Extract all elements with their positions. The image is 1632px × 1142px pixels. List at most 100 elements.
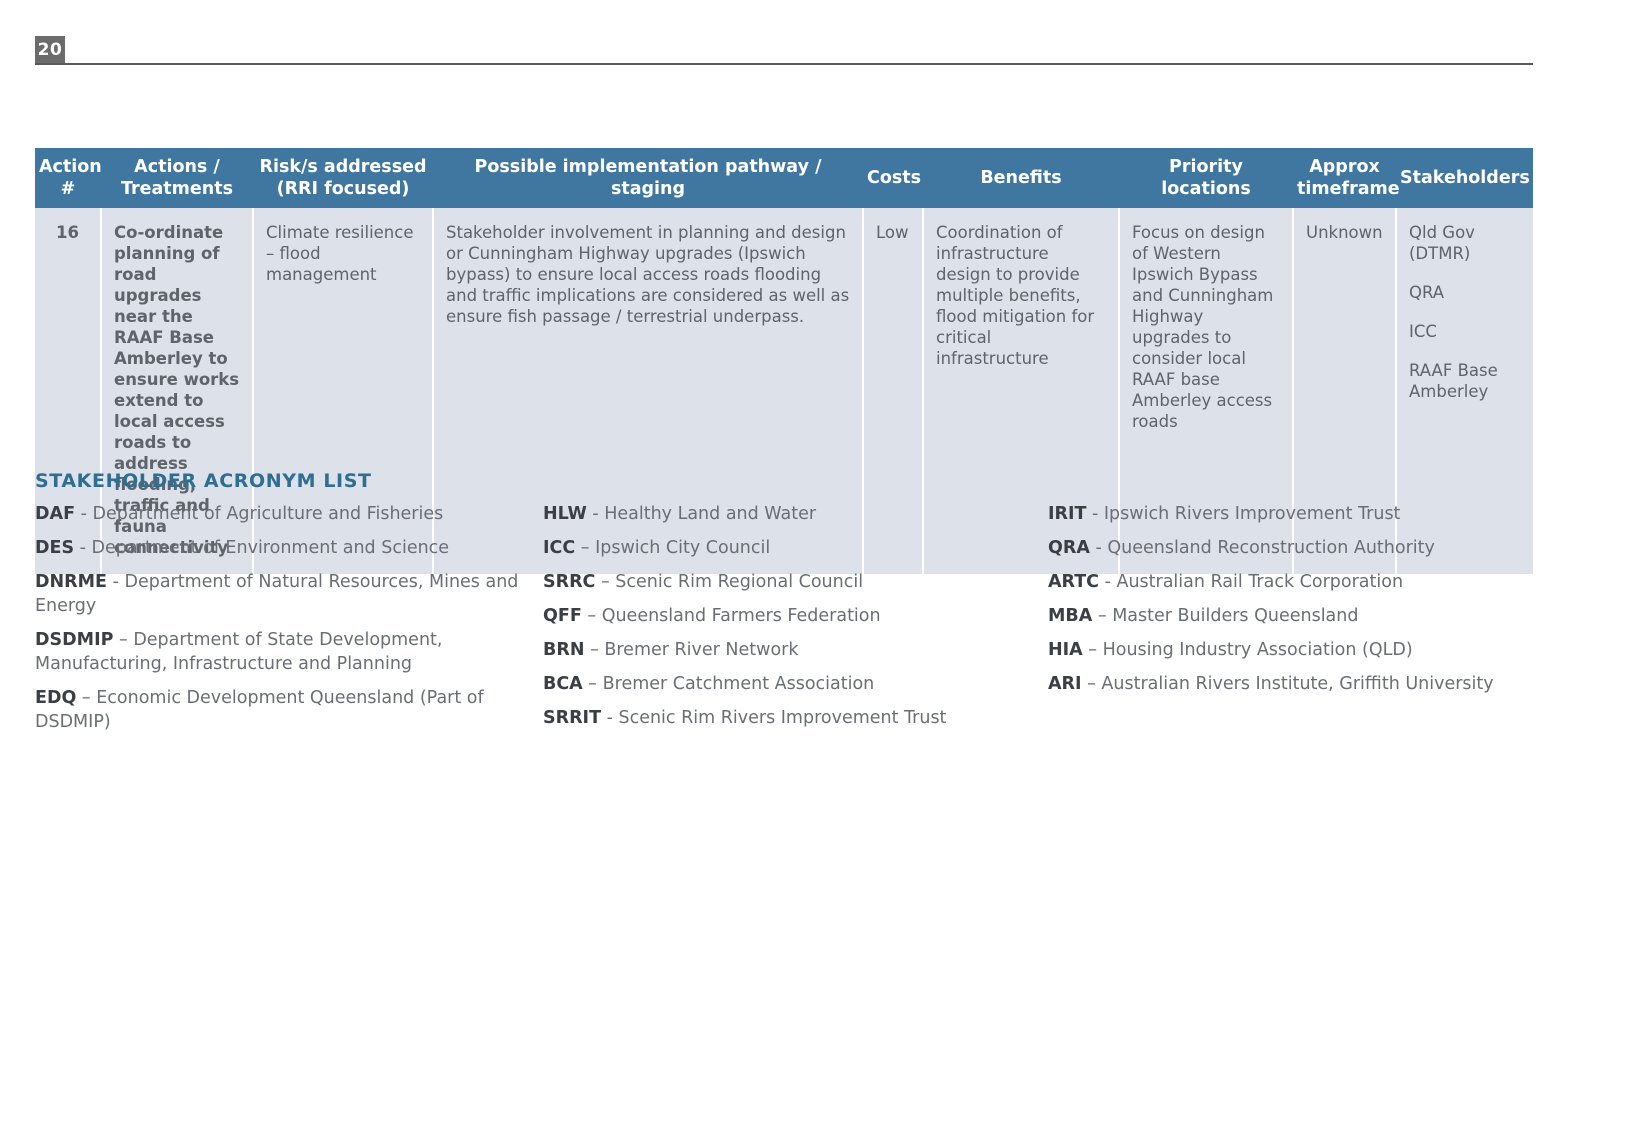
acronym-definition: Queensland Reconstruction Authority [1107, 538, 1435, 558]
header-line-1: Risk/s addressed [259, 157, 427, 177]
acronym-code: MBA [1048, 606, 1093, 626]
acronym-code: SRRC [543, 572, 596, 592]
acronym-code: DAF [35, 504, 76, 524]
acronym-code: ARTC [1048, 572, 1100, 592]
header-line-1: Action [39, 157, 102, 177]
acronym-item: QRA - Queensland Reconstruction Authorit… [1048, 536, 1533, 560]
column-header-risks-addressed: Risk/s addressed (RRI focused) [253, 148, 433, 208]
acronym-dash: – [582, 674, 603, 694]
column-header-actions-treatments: Actions / Treatments [101, 148, 253, 208]
header-line-2: Treatments [120, 179, 234, 199]
acronym-definition: Ipswich City Council [595, 538, 771, 558]
header-line-2: (RRI focused) [276, 179, 410, 199]
acronym-code: DSDMIP [35, 630, 114, 650]
acronym-dash: – [76, 688, 97, 708]
acronym-dash: – [113, 630, 134, 650]
acronym-definition: Bremer River Network [604, 640, 799, 660]
acronym-item: IRIT - Ipswich Rivers Improvement Trust [1048, 502, 1533, 526]
acronym-definition: Ipswich Rivers Improvement Trust [1103, 504, 1401, 524]
header-line-2: timeframe [1297, 179, 1400, 199]
stakeholder-item: ICC [1409, 322, 1437, 341]
acronym-dash: – [595, 572, 616, 592]
acronym-code: HLW [543, 504, 587, 524]
stakeholder-item: QRA [1409, 283, 1445, 302]
acronym-item: ARI – Australian Rivers Institute, Griff… [1048, 672, 1533, 696]
acronym-code: QFF [543, 606, 582, 626]
acronym-definition: Department of Environment and Science [91, 538, 450, 558]
table-header-row: Action # Actions / Treatments Risk/s add… [35, 148, 1533, 208]
acronym-code: QRA [1048, 538, 1090, 558]
acronym-list-title: STAKEHOLDER ACRONYM LIST [35, 470, 372, 492]
acronym-code: DES [35, 538, 75, 558]
stakeholder-item: RAAF Base Amberley [1409, 361, 1498, 401]
acronym-dash: - [74, 538, 92, 558]
acronym-item: ICC – Ipswich City Council [543, 536, 1048, 560]
page-number: 20 [35, 36, 65, 64]
acronym-item: DAF - Department of Agriculture and Fish… [35, 502, 543, 526]
acronym-code: EDQ [35, 688, 77, 708]
acronym-column-2: HLW - Healthy Land and Water ICC – Ipswi… [543, 502, 1048, 740]
acronym-item: HLW - Healthy Land and Water [543, 502, 1048, 526]
acronym-definition: Bremer Catchment Association [602, 674, 875, 694]
acronym-item: BCA – Bremer Catchment Association [543, 672, 1048, 696]
acronym-item: DSDMIP – Department of State Development… [35, 628, 543, 676]
acronym-dash: – [1092, 606, 1113, 626]
acronym-definition: Australian Rail Track Corporation [1116, 572, 1404, 592]
acronym-definition: Australian Rivers Institute, Griffith Un… [1101, 674, 1494, 694]
acronym-dash: – [575, 538, 596, 558]
acronym-column-3: IRIT - Ipswich Rivers Improvement Trust … [1048, 502, 1533, 706]
acronym-definition: Housing Industry Association (QLD) [1102, 640, 1413, 660]
header-line-1: Possible implementation pathway / [474, 157, 822, 177]
header-line-1: Actions / [134, 157, 220, 177]
acronym-item: HIA – Housing Industry Association (QLD) [1048, 638, 1533, 662]
column-header-benefits: Benefits [923, 148, 1119, 208]
acronym-item: SRRC – Scenic Rim Regional Council [543, 570, 1048, 594]
acronym-item: BRN – Bremer River Network [543, 638, 1048, 662]
acronym-dash: - [1086, 504, 1104, 524]
column-header-costs: Costs [863, 148, 923, 208]
column-header-approx-timeframe: Approx timeframe [1293, 148, 1400, 208]
acronym-item: DES - Department of Environment and Scie… [35, 536, 543, 560]
column-header-priority-locations: Priority locations [1119, 148, 1293, 208]
acronym-definition: Healthy Land and Water [604, 504, 817, 524]
acronym-definition: Scenic Rim Regional Council [615, 572, 864, 592]
acronym-definition: Department of Agriculture and Fisheries [92, 504, 444, 524]
column-header-action-number: Action # [35, 148, 102, 208]
acronym-item: EDQ – Economic Development Queensland (P… [35, 686, 543, 734]
acronym-item: DNRME - Department of Natural Resources,… [35, 570, 543, 618]
acronym-definition: Scenic Rim Rivers Improvement Trust [618, 708, 947, 728]
acronym-definition: Master Builders Queensland [1112, 606, 1359, 626]
acronym-code: ICC [543, 538, 576, 558]
stakeholder-item: Qld Gov (DTMR) [1409, 223, 1475, 263]
acronym-code: DNRME [35, 572, 108, 592]
acronym-item: MBA – Master Builders Queensland [1048, 604, 1533, 628]
acronym-dash: - [586, 504, 605, 524]
acronym-dash: - [107, 572, 125, 592]
header-divider [35, 63, 1533, 65]
header-line-2: # [60, 179, 76, 199]
column-header-implementation-pathway: Possible implementation pathway / stagin… [433, 148, 863, 208]
acronym-dash: – [581, 606, 602, 626]
acronym-dash: - [1099, 572, 1117, 592]
acronym-code: BRN [543, 640, 585, 660]
acronym-code: BCA [543, 674, 583, 694]
acronym-code: ARI [1048, 674, 1082, 694]
acronym-column-1: DAF - Department of Agriculture and Fish… [35, 502, 543, 744]
acronym-item: QFF – Queensland Farmers Federation [543, 604, 1048, 628]
acronym-dash: – [584, 640, 605, 660]
acronym-dash: - [1089, 538, 1108, 558]
acronym-item: SRRIT - Scenic Rim Rivers Improvement Tr… [543, 706, 1048, 730]
column-header-stakeholders: Stakeholders [1396, 148, 1533, 208]
acronym-dash: – [1082, 640, 1103, 660]
header-line-2: staging [610, 179, 686, 199]
acronym-definition: Queensland Farmers Federation [601, 606, 881, 626]
acronym-list: DAF - Department of Agriculture and Fish… [35, 502, 1533, 744]
acronym-definition: Economic Development Queensland (Part of… [35, 688, 484, 732]
acronym-code: SRRIT [543, 708, 602, 728]
acronym-dash: - [75, 504, 93, 524]
acronym-code: HIA [1048, 640, 1083, 660]
acronym-item: ARTC - Australian Rail Track Corporation [1048, 570, 1533, 594]
header-line-1: Approx [1309, 157, 1380, 177]
acronym-dash: - [601, 708, 619, 728]
page-header: 20 [0, 36, 1632, 66]
